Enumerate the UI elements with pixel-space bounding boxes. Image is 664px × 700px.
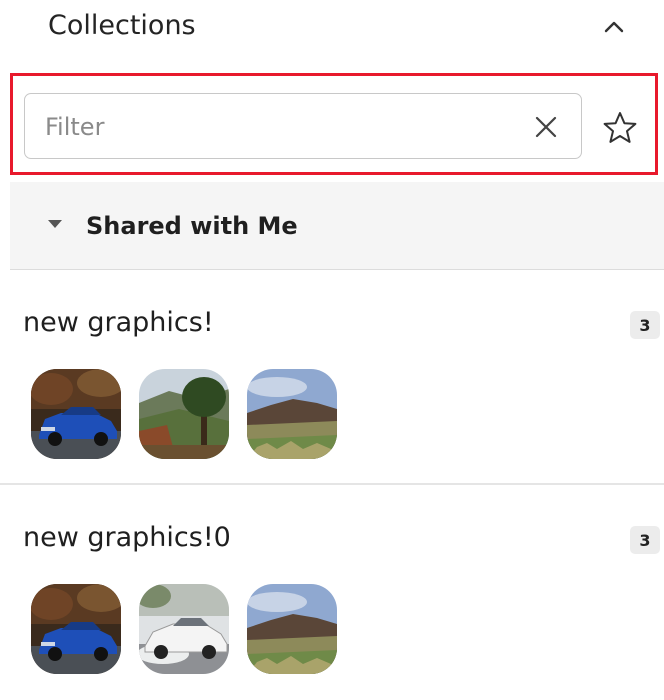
collection-name: new graphics! bbox=[23, 307, 214, 338]
favorite-button[interactable] bbox=[598, 106, 642, 150]
chevron-up-icon bbox=[604, 21, 624, 33]
forest-landscape-thumbnail[interactable] bbox=[139, 369, 229, 459]
thumbnail-strip bbox=[31, 369, 337, 459]
star-outline-icon bbox=[603, 112, 637, 143]
panel-title: Collections bbox=[48, 10, 196, 41]
clear-filter-button[interactable] bbox=[530, 111, 562, 143]
collapse-button[interactable] bbox=[597, 12, 631, 40]
group-title: Shared with Me bbox=[86, 212, 298, 240]
thumbnail-strip bbox=[31, 584, 337, 674]
blue-car-thumbnail[interactable] bbox=[31, 584, 121, 674]
filter-row bbox=[10, 73, 658, 175]
caret-down-icon bbox=[48, 220, 62, 228]
hills-landscape-thumbnail[interactable] bbox=[247, 369, 337, 459]
blue-car-thumbnail[interactable] bbox=[31, 369, 121, 459]
item-count-badge: 3 bbox=[630, 526, 660, 554]
collections-header: Collections bbox=[0, 0, 664, 60]
collection-item[interactable]: new graphics! 3 bbox=[0, 271, 664, 485]
shared-with-me-group-toggle[interactable]: Shared with Me bbox=[10, 182, 664, 270]
collection-name: new graphics!0 bbox=[23, 522, 231, 553]
white-car-thumbnail[interactable] bbox=[139, 584, 229, 674]
collection-item[interactable]: new graphics!0 3 bbox=[0, 486, 664, 700]
filter-input[interactable] bbox=[43, 108, 517, 146]
close-icon bbox=[535, 116, 557, 138]
hills-landscape-thumbnail[interactable] bbox=[247, 584, 337, 674]
item-count-badge: 3 bbox=[630, 311, 660, 339]
filter-field[interactable] bbox=[24, 93, 582, 159]
